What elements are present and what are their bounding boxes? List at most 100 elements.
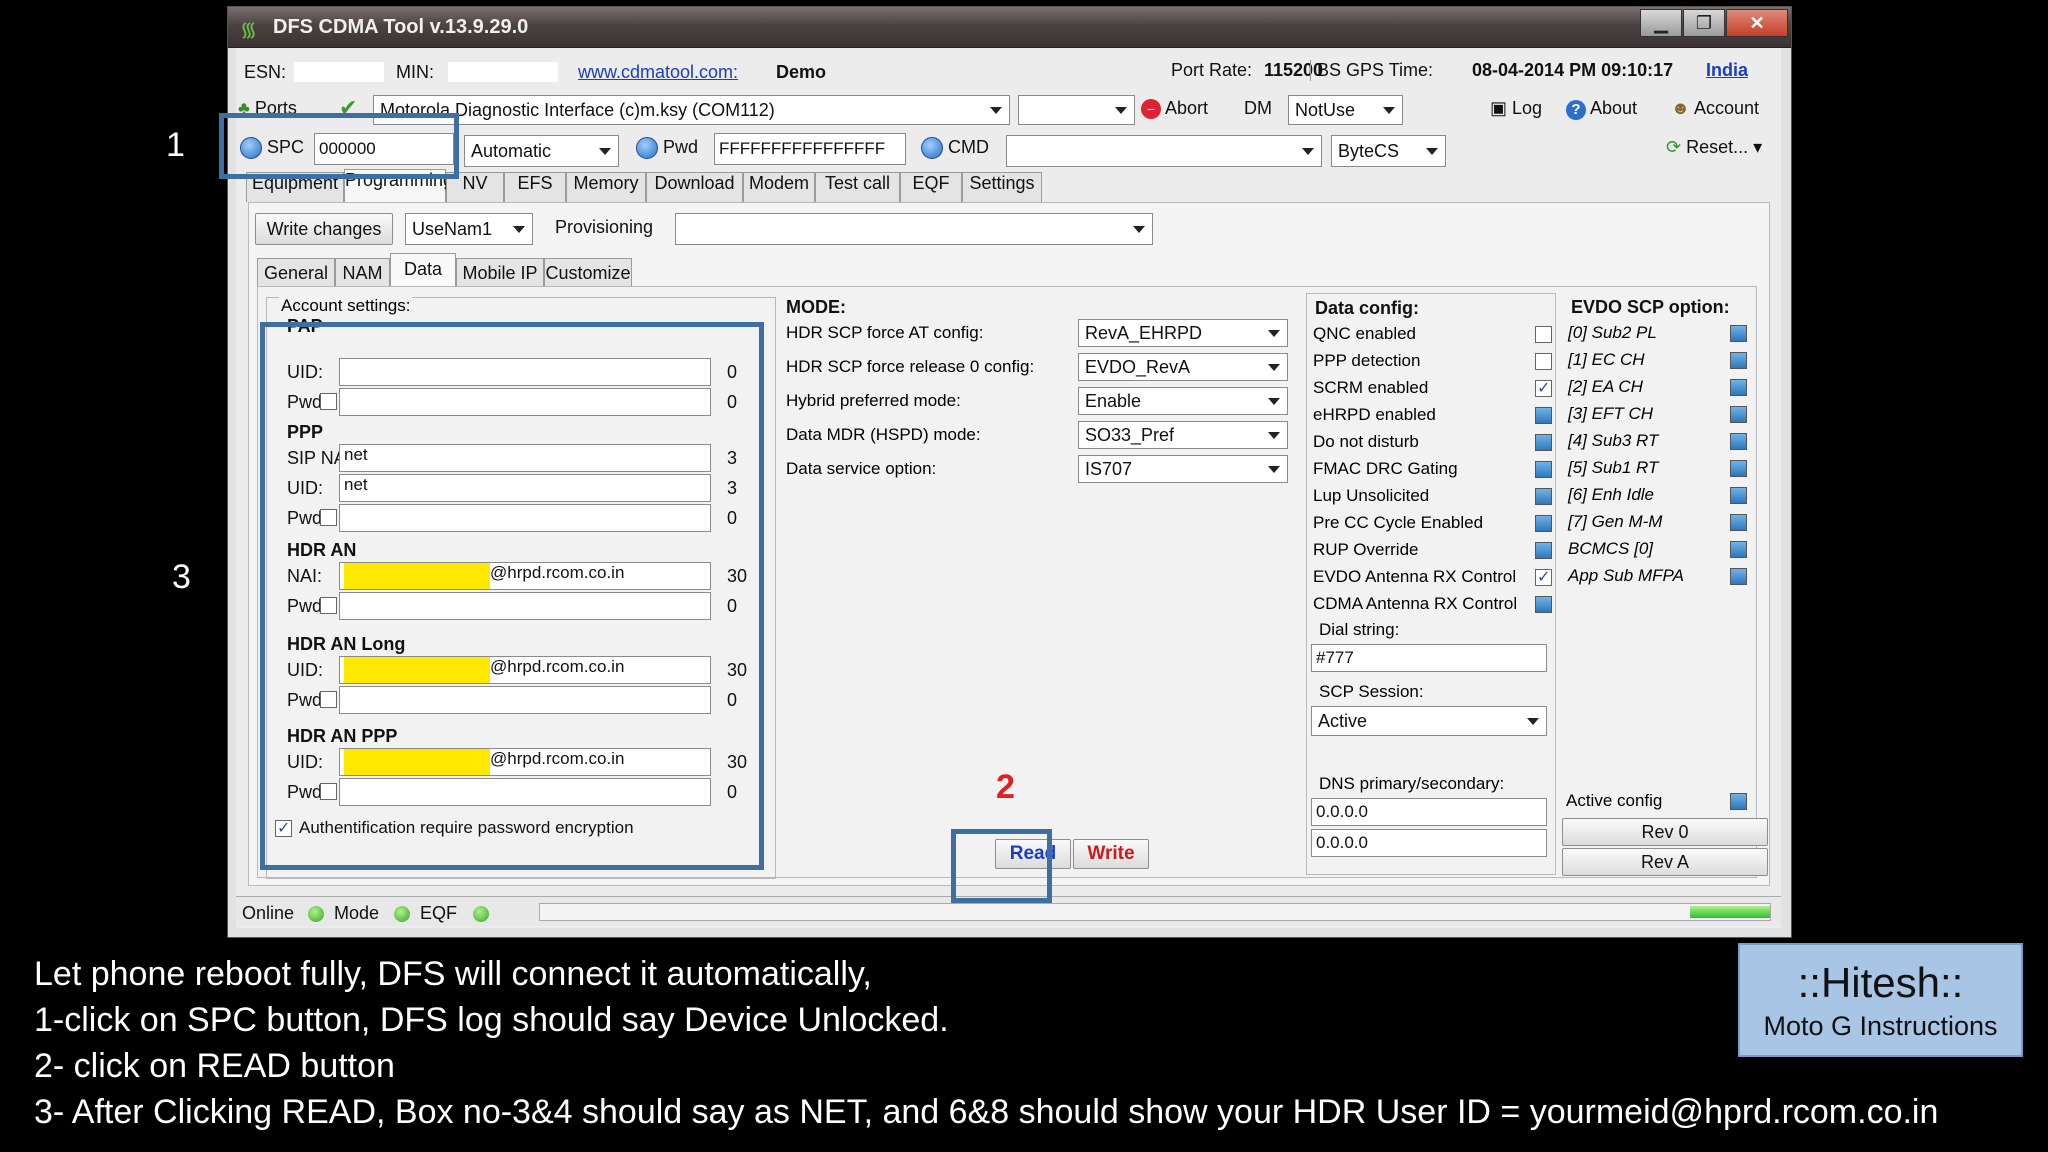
dm-select[interactable]: NotUse (1288, 95, 1403, 125)
provisioning-select[interactable] (675, 213, 1153, 245)
reset-button[interactable]: ⟳ Reset... ▾ (1666, 137, 1762, 158)
subtab-customize[interactable]: Customize (544, 258, 632, 286)
annotation-box-read (951, 829, 1052, 903)
min-value (448, 62, 558, 82)
evdo-opt-7-label: [7] Gen M-M (1568, 512, 1663, 531)
bytecs-select[interactable]: ByteCS (1331, 135, 1446, 167)
mode-led-icon (394, 906, 410, 922)
dial-string-label: Dial string: (1319, 620, 1400, 639)
users-icon: ☻ (1671, 98, 1690, 118)
cfg-scrm-checkbox[interactable] (1535, 378, 1552, 398)
annotation-box-spc (219, 113, 459, 179)
cfg-ehrpd-label: eHRPD enabled (1313, 405, 1436, 424)
evdo-opt-7-checkbox[interactable] (1730, 514, 1747, 531)
evdo-opt-3-checkbox[interactable] (1730, 406, 1747, 423)
mode-select[interactable]: Automatic (464, 135, 619, 167)
cfg-fmac-checkbox[interactable] (1535, 461, 1552, 478)
cfg-dnd-checkbox[interactable] (1535, 434, 1552, 451)
data-config-heading: Data config: (1315, 298, 1420, 318)
cfg-cdma-rx-label: CDMA Antenna RX Control (1313, 594, 1518, 613)
evdo-opt-6-checkbox[interactable] (1730, 487, 1747, 504)
reva-button[interactable]: Rev A (1562, 848, 1768, 876)
cfg-qnc-checkbox[interactable] (1535, 326, 1552, 343)
evdo-opt-0-label: [0] Sub2 PL (1568, 323, 1657, 342)
subtab-data[interactable]: Data (390, 253, 456, 286)
about-button[interactable]: ? About (1566, 98, 1637, 120)
subtab-nam[interactable]: NAM (335, 258, 390, 286)
nam-select[interactable]: UseNam1 (405, 213, 533, 245)
port-rate-label: Port Rate: (1171, 60, 1253, 80)
mode-heading: MODE: (786, 297, 846, 317)
evdo-opt-4-checkbox[interactable] (1730, 433, 1747, 450)
cfg-fmac-label: FMAC DRC Gating (1313, 459, 1458, 478)
cfg-precc-checkbox[interactable] (1535, 515, 1552, 532)
extra-select[interactable] (1018, 95, 1135, 125)
reset-label: Reset... (1686, 137, 1749, 157)
tab-download[interactable]: Download (646, 172, 743, 202)
abort-button[interactable]: − Abort (1141, 98, 1208, 119)
tab-memory[interactable]: Memory (566, 172, 646, 202)
account-label: Account (1693, 98, 1760, 118)
cfg-ppp-checkbox[interactable] (1535, 353, 1552, 370)
country-link[interactable]: India (1706, 60, 1748, 81)
cfg-dnd-label: Do not disturb (1313, 432, 1419, 451)
log-button[interactable]: ▣ Log (1490, 98, 1542, 119)
gps-label: BS GPS Time: (1310, 60, 1433, 81)
gps-time: 08-04-2014 PM 09:10:17 (1472, 60, 1674, 80)
evdo-opt-4-label: [4] Sub3 RT (1568, 431, 1659, 450)
pwd-button[interactable]: Pwd (636, 137, 698, 160)
mode-select-hybrid[interactable]: Enable (1078, 387, 1288, 415)
mode-select-scp-at[interactable]: RevA_EHRPD (1078, 319, 1288, 347)
scp-session-select[interactable]: Active (1311, 706, 1547, 736)
evdo-opt-9-checkbox[interactable] (1730, 568, 1747, 585)
evdo-opt-0-checkbox[interactable] (1730, 325, 1747, 342)
refresh-icon: ⟳ (1666, 137, 1682, 157)
cmd-button[interactable]: CMD (921, 137, 989, 160)
close-button[interactable]: ✕ (1726, 9, 1788, 37)
pwd-input[interactable]: FFFFFFFFFFFFFFFF (714, 133, 906, 165)
tab-test-call[interactable]: Test call (815, 172, 900, 202)
mode-select-service[interactable]: IS707 (1078, 455, 1288, 483)
tab-eqf[interactable]: EQF (900, 172, 962, 202)
rev0-button[interactable]: Rev 0 (1562, 818, 1768, 846)
mode-label-scp-release: HDR SCP force release 0 config: (786, 357, 1035, 376)
cfg-precc-label: Pre CC Cycle Enabled (1313, 513, 1484, 532)
cfg-cdma-rx-checkbox[interactable] (1535, 596, 1552, 613)
instruction-line-2: 2- click on READ button (34, 1047, 395, 1085)
site-link[interactable]: www.cdmatool.com: (578, 62, 738, 83)
maximize-button[interactable]: ❐ (1683, 9, 1725, 37)
instruction-line-1: 1-click on SPC button, DFS log should sa… (34, 1001, 949, 1039)
dns-secondary-input[interactable]: 0.0.0.0 (1311, 829, 1547, 857)
abort-label: Abort (1165, 98, 1209, 118)
device-select[interactable]: Motorola Diagnostic Interface (c)m.ksy (… (373, 95, 1010, 125)
cmd-input[interactable] (1006, 135, 1322, 167)
tab-efs[interactable]: EFS (504, 172, 566, 202)
eqf-led-icon (473, 906, 489, 922)
mode-select-mdr[interactable]: SO33_Pref (1078, 421, 1288, 449)
evdo-opt-1-checkbox[interactable] (1730, 352, 1747, 369)
dns-primary-input[interactable]: 0.0.0.0 (1311, 798, 1547, 826)
cfg-ehrpd-checkbox[interactable] (1535, 407, 1552, 424)
subtab-mobile-ip[interactable]: Mobile IP (456, 258, 544, 286)
tab-modem[interactable]: Modem (743, 172, 815, 202)
write-button[interactable]: Write (1073, 839, 1149, 869)
main-tabs: Equipment Programming NV EFS Memory Down… (246, 169, 1781, 202)
pwd-icon (636, 137, 658, 160)
write-changes-button[interactable]: Write changes (255, 213, 393, 245)
subtab-general[interactable]: General (257, 258, 335, 286)
active-config-checkbox[interactable] (1730, 793, 1747, 810)
minimize-button[interactable]: ▁ (1640, 9, 1682, 37)
cfg-evdo-rx-checkbox[interactable] (1535, 567, 1552, 587)
cfg-rup-checkbox[interactable] (1535, 542, 1552, 559)
account-button[interactable]: ☻ Account (1671, 98, 1759, 119)
mode-select-scp-release[interactable]: EVDO_RevA (1078, 353, 1288, 381)
evdo-opt-8-checkbox[interactable] (1730, 541, 1747, 558)
account-settings-legend: Account settings: (279, 296, 413, 316)
evdo-opt-8-label: BCMCS [0] (1568, 539, 1654, 558)
cfg-lup-checkbox[interactable] (1535, 488, 1552, 505)
evdo-opt-2-checkbox[interactable] (1730, 379, 1747, 396)
dial-string-input[interactable]: #777 (1311, 644, 1547, 672)
evdo-opt-5-checkbox[interactable] (1730, 460, 1747, 477)
cfg-qnc-label: QNC enabled (1313, 324, 1417, 343)
tab-settings[interactable]: Settings (962, 172, 1042, 202)
